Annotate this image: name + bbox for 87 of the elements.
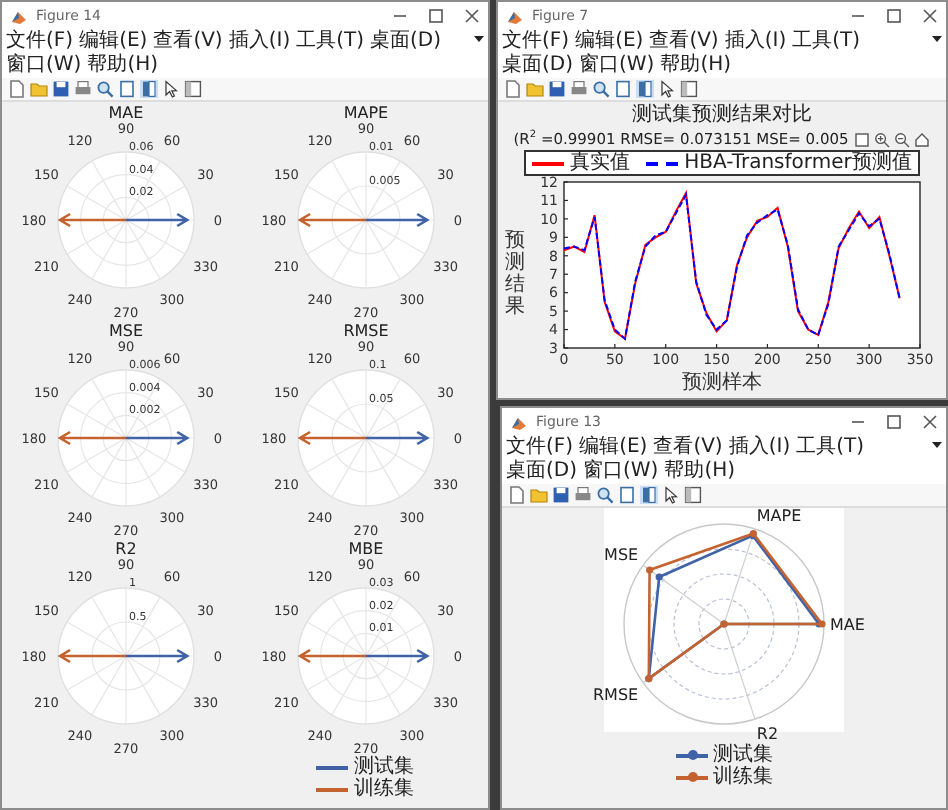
- menu-item[interactable]: 文件(F): [6, 30, 74, 54]
- save-icon[interactable]: [52, 80, 70, 98]
- close-icon[interactable]: [922, 8, 938, 24]
- caret-icon[interactable]: [932, 442, 942, 448]
- panel-icon[interactable]: [118, 80, 136, 98]
- layout-icon[interactable]: [684, 486, 702, 504]
- data-tip-icon[interactable]: [854, 131, 871, 147]
- cursor-icon[interactable]: [662, 486, 680, 504]
- menu-item[interactable]: 窗口(W): [6, 54, 82, 78]
- panel-icon[interactable]: [636, 80, 654, 98]
- plot-title: R2: [114, 540, 136, 558]
- menu-item[interactable]: 插入(I): [724, 30, 787, 54]
- save-icon[interactable]: [548, 80, 566, 98]
- maximize-icon[interactable]: [886, 414, 902, 430]
- legend-label: 测试集: [354, 756, 414, 778]
- panel-icon[interactable]: [618, 486, 636, 504]
- print-icon[interactable]: [574, 486, 592, 504]
- menu-item[interactable]: 工具(T): [296, 30, 365, 54]
- menu-item[interactable]: 帮助(H): [660, 54, 732, 78]
- plot-title: MBE: [347, 540, 383, 558]
- menu-item[interactable]: 桌面(D): [370, 30, 442, 54]
- menu-item[interactable]: 编辑(E): [575, 30, 644, 54]
- panel-icon[interactable]: [140, 80, 158, 98]
- legend-label: 训练集: [713, 766, 773, 788]
- menu-item[interactable]: 插入(I): [728, 436, 791, 460]
- panel-icon[interactable]: [614, 80, 632, 98]
- polar-grid: [56, 587, 194, 725]
- menu-item[interactable]: 窗口(W): [583, 460, 659, 484]
- print-icon[interactable]: [74, 80, 92, 98]
- axis-label: MSE: [604, 545, 639, 564]
- cursor-icon[interactable]: [658, 80, 676, 98]
- legend-label: 测试集: [713, 744, 773, 766]
- close-icon[interactable]: [464, 8, 480, 24]
- legend-label: 真实值: [570, 152, 631, 174]
- print-icon[interactable]: [570, 80, 588, 98]
- polar-grid: [296, 369, 434, 507]
- save-icon[interactable]: [552, 486, 570, 504]
- app-icon: [506, 7, 524, 25]
- magnifier-icon[interactable]: [596, 486, 614, 504]
- menu-item[interactable]: 查看(V): [649, 30, 719, 54]
- menu-item[interactable]: 文件(F): [502, 30, 570, 54]
- plot-title: MSE: [107, 322, 143, 340]
- plot-title: MAPE: [342, 104, 388, 122]
- close-icon[interactable]: [922, 414, 938, 430]
- axis-label: 预测结果: [505, 230, 525, 318]
- axis-label: RMSE: [593, 686, 639, 705]
- menu-item[interactable]: 插入(I): [228, 30, 291, 54]
- zoom-in-icon[interactable]: [874, 131, 891, 147]
- menu-item[interactable]: 桌面(D): [502, 54, 574, 78]
- polar-grid: [56, 151, 194, 289]
- axis-label: R2: [756, 724, 779, 743]
- layout-icon[interactable]: [680, 80, 698, 98]
- magnifier-icon[interactable]: [96, 80, 114, 98]
- polar-grid: [56, 369, 194, 507]
- axis-label: MAPE: [756, 508, 802, 526]
- menu-item[interactable]: 编辑(E): [79, 30, 148, 54]
- home-icon[interactable]: [914, 131, 931, 147]
- menu-item[interactable]: 桌面(D): [506, 460, 578, 484]
- caret-icon[interactable]: [474, 36, 484, 42]
- panel-icon[interactable]: [640, 486, 658, 504]
- maximize-icon[interactable]: [428, 8, 444, 24]
- magnifier-icon[interactable]: [592, 80, 610, 98]
- zoom-out-icon[interactable]: [894, 131, 911, 147]
- legend-label: HBA-Transformer预测值: [684, 152, 912, 174]
- menu-item[interactable]: 文件(F): [506, 436, 574, 460]
- plot-title: MAE: [107, 104, 143, 122]
- menu-item[interactable]: 窗口(W): [579, 54, 655, 78]
- cursor-icon[interactable]: [162, 80, 180, 98]
- menu-item[interactable]: 帮助(H): [87, 54, 159, 78]
- plot-title: RMSE: [342, 322, 388, 340]
- chart-title: 测试集预测结果对比: [632, 104, 812, 128]
- menu-item[interactable]: 编辑(E): [579, 436, 648, 460]
- axis-label: MAE: [830, 616, 865, 634]
- app-icon: [510, 413, 528, 431]
- menu-item[interactable]: 帮助(H): [664, 460, 736, 484]
- layout-icon[interactable]: [184, 80, 202, 98]
- app-icon: [10, 7, 28, 25]
- caret-icon[interactable]: [932, 36, 942, 42]
- polar-grid: [296, 587, 434, 725]
- menu-item[interactable]: 工具(T): [792, 30, 861, 54]
- maximize-icon[interactable]: [886, 8, 902, 24]
- menu-item[interactable]: 查看(V): [653, 436, 723, 460]
- menu-item[interactable]: 查看(V): [153, 30, 223, 54]
- polar-grid: [296, 151, 434, 289]
- menu-item[interactable]: 工具(T): [796, 436, 865, 460]
- legend-label: 训练集: [354, 778, 414, 800]
- axis-label: 预测样本: [682, 372, 762, 396]
